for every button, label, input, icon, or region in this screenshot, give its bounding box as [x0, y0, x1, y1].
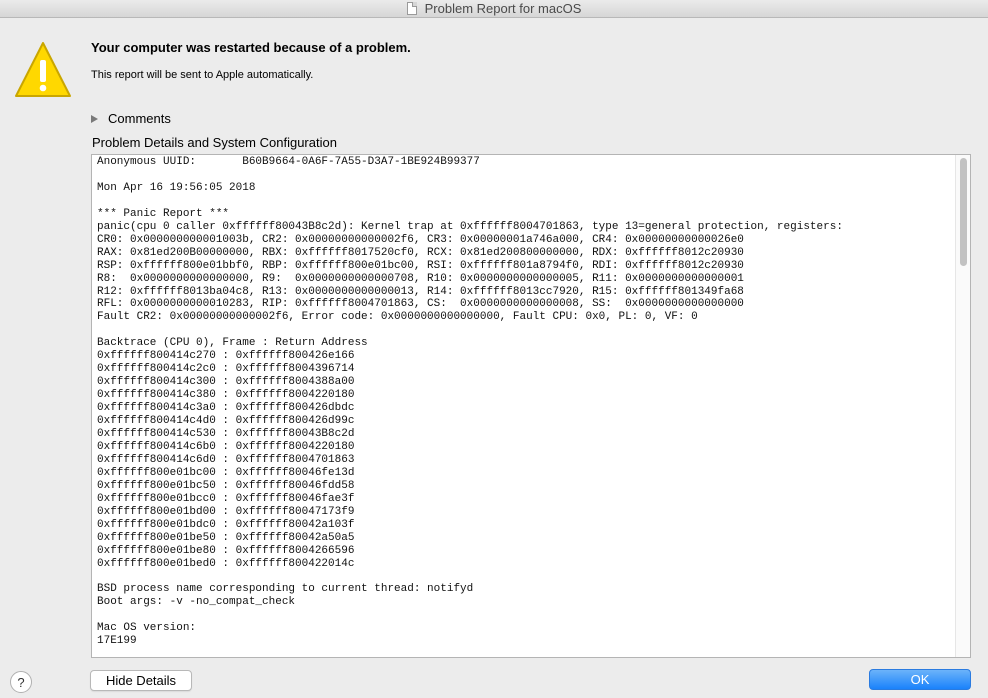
headline: Your computer was restarted because of a…	[91, 40, 411, 55]
title-bar: Problem Report for macOS	[0, 0, 988, 18]
hide-details-button[interactable]: Hide Details	[90, 670, 192, 691]
report-text-area[interactable]: Anonymous UUID: B60B9664-0A6F-7A55-D3A7-…	[91, 154, 971, 658]
details-title: Problem Details and System Configuration	[92, 135, 337, 150]
vertical-scrollbar[interactable]	[955, 155, 970, 657]
help-button[interactable]: ?	[10, 671, 32, 693]
disclosure-triangle-icon[interactable]	[91, 114, 98, 123]
comments-disclosure[interactable]: Comments	[91, 111, 171, 126]
comments-label: Comments	[108, 111, 171, 126]
window-title: Problem Report for macOS	[424, 1, 582, 16]
document-icon	[406, 2, 417, 15]
ok-button[interactable]: OK	[869, 669, 971, 690]
scrollbar-thumb[interactable]	[960, 158, 967, 266]
subline: This report will be sent to Apple automa…	[91, 69, 314, 81]
report-text: Anonymous UUID: B60B9664-0A6F-7A55-D3A7-…	[97, 156, 843, 648]
warning-triangle-icon	[15, 42, 71, 97]
